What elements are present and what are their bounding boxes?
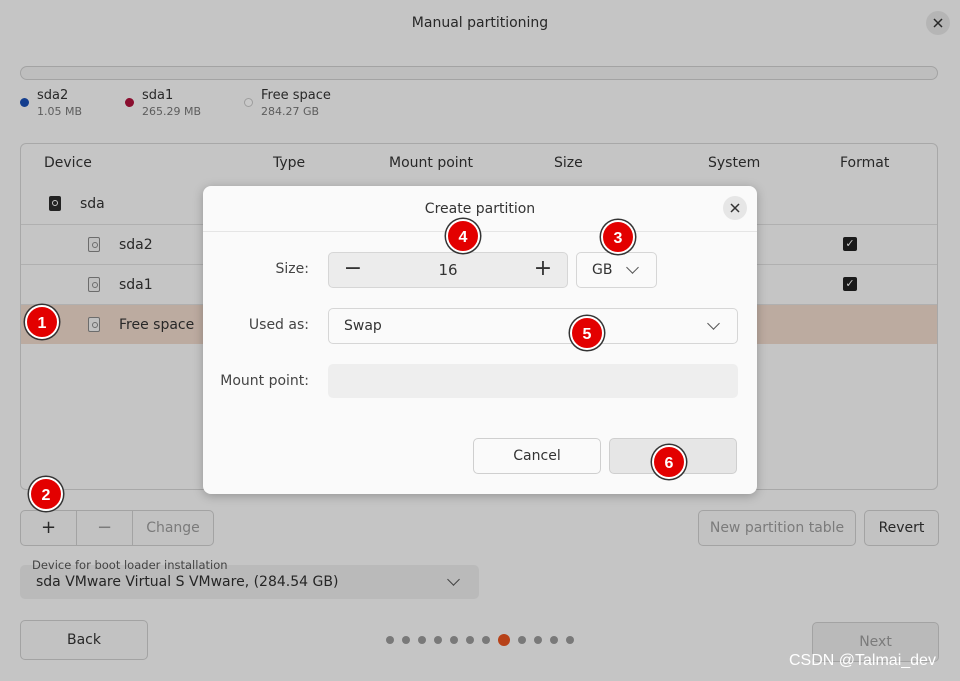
- size-decrease-button[interactable]: −: [329, 253, 377, 287]
- used-as-select[interactable]: Swap: [328, 308, 738, 344]
- size-stepper: − 16 +: [328, 252, 568, 288]
- size-increase-button[interactable]: +: [519, 253, 567, 287]
- dialog-close-button[interactable]: [723, 196, 747, 220]
- annotation-badge-3: 3: [601, 220, 635, 254]
- size-input[interactable]: 16: [377, 253, 519, 287]
- annotation-badge-6: 6: [652, 445, 686, 479]
- annotation-badge-5: 5: [570, 316, 604, 350]
- chevron-down-icon: [707, 317, 720, 330]
- dialog-title: Create partition: [203, 186, 757, 232]
- used-as-label: Used as:: [248, 317, 309, 333]
- annotation-badge-2: 2: [29, 477, 63, 511]
- close-icon: [730, 203, 740, 213]
- chevron-down-icon: [626, 261, 639, 274]
- mount-point-field[interactable]: [328, 364, 738, 398]
- cancel-button[interactable]: Cancel: [473, 438, 601, 474]
- size-unit-value: GB: [592, 262, 613, 278]
- annotation-badge-4: 4: [446, 219, 480, 253]
- watermark-text: CSDN @Talmai_dev: [789, 652, 936, 669]
- used-as-value: Swap: [344, 318, 382, 334]
- mount-point-label: Mount point:: [220, 373, 309, 389]
- size-label: Size:: [275, 261, 309, 277]
- size-unit-select[interactable]: GB: [576, 252, 657, 288]
- annotation-badge-1: 1: [25, 305, 59, 339]
